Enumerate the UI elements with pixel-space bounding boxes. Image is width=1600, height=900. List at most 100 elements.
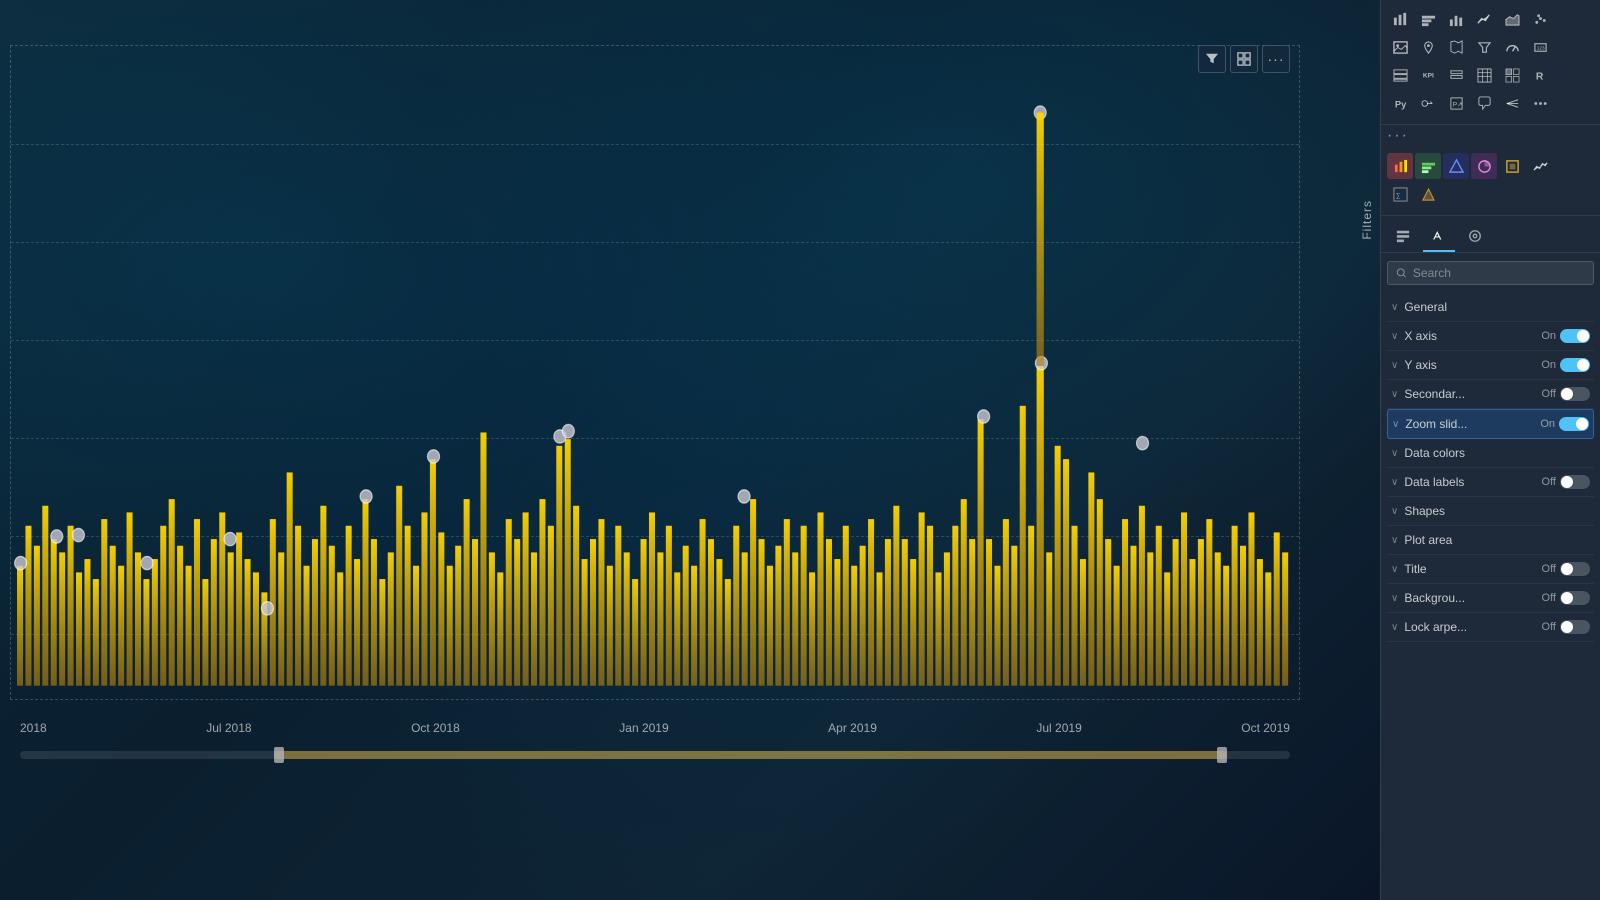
qa-icon[interactable] xyxy=(1471,90,1497,116)
label-data-labels: Data labels xyxy=(1404,475,1541,489)
chevron-plot-area: ∨ xyxy=(1391,535,1398,546)
status-data-labels: Off xyxy=(1542,476,1556,488)
label-general: General xyxy=(1404,300,1590,314)
gauge-icon[interactable] xyxy=(1499,34,1525,60)
chevron-yaxis: ∨ xyxy=(1391,360,1398,371)
card-icon[interactable]: 123 xyxy=(1527,34,1553,60)
toggle-title[interactable] xyxy=(1560,562,1590,576)
colored-visual-2[interactable] xyxy=(1415,153,1441,179)
tab-fields[interactable] xyxy=(1387,222,1419,252)
scatter-chart-icon[interactable] xyxy=(1527,6,1553,32)
format-item-general[interactable]: ∨ General xyxy=(1387,293,1594,322)
icon-row-2: 123 xyxy=(1387,34,1594,60)
x-label-oct2019: Oct 2019 xyxy=(1241,721,1290,735)
colored-visual-6[interactable] xyxy=(1527,153,1553,179)
toggle-background[interactable] xyxy=(1560,591,1590,605)
format-item-data-colors[interactable]: ∨ Data colors xyxy=(1387,439,1594,468)
format-item-xaxis[interactable]: ∨ X axis On xyxy=(1387,322,1594,351)
kpi-icon[interactable]: KPI xyxy=(1415,62,1441,88)
svg-text:P↗: P↗ xyxy=(1452,101,1462,108)
line-chart-icon[interactable] xyxy=(1471,6,1497,32)
column-chart-icon[interactable] xyxy=(1443,6,1469,32)
colored-visual-1[interactable] xyxy=(1387,153,1413,179)
r-visual-icon[interactable]: R xyxy=(1527,62,1553,88)
toggle-zoom[interactable] xyxy=(1559,417,1589,431)
matrix-icon[interactable] xyxy=(1499,62,1525,88)
map-icon[interactable] xyxy=(1415,34,1441,60)
status-title: Off xyxy=(1542,563,1556,575)
svg-text:KPI: KPI xyxy=(1422,72,1433,79)
toggle-yaxis[interactable] xyxy=(1560,358,1590,372)
chevron-data-labels: ∨ xyxy=(1391,477,1398,488)
chart-toolbar: ··· xyxy=(1198,45,1290,73)
format-item-background[interactable]: ∨ Backgrou... Off xyxy=(1387,584,1594,613)
colored-visual-8[interactable] xyxy=(1415,181,1441,207)
label-data-colors: Data colors xyxy=(1404,446,1590,460)
label-yaxis: Y axis xyxy=(1404,358,1541,372)
format-item-shapes[interactable]: ∨ Shapes xyxy=(1387,497,1594,526)
tab-analytics[interactable] xyxy=(1459,222,1491,252)
colored-visual-5[interactable] xyxy=(1499,153,1525,179)
colored-icons-section: ∑ xyxy=(1381,147,1600,216)
label-shapes: Shapes xyxy=(1404,504,1590,518)
status-zoom: On xyxy=(1540,418,1555,430)
label-background: Backgrou... xyxy=(1404,591,1541,605)
zoom-slider-control[interactable] xyxy=(10,740,1300,770)
format-item-plot-area[interactable]: ∨ Plot area xyxy=(1387,526,1594,555)
format-item-yaxis[interactable]: ∨ Y axis On xyxy=(1387,351,1594,380)
colored-visual-7[interactable]: ∑ xyxy=(1387,181,1413,207)
search-box[interactable] xyxy=(1387,261,1594,285)
filters-tab[interactable]: Filters xyxy=(1360,200,1380,240)
bar-chart-icon[interactable] xyxy=(1387,6,1413,32)
slicer-icon[interactable] xyxy=(1443,62,1469,88)
stacked-bar-icon[interactable] xyxy=(1415,6,1441,32)
image-icon[interactable] xyxy=(1387,34,1413,60)
svg-text:∑: ∑ xyxy=(1395,192,1400,199)
label-xaxis: X axis xyxy=(1404,329,1541,343)
filled-map-icon[interactable] xyxy=(1443,34,1469,60)
colored-visual-4[interactable] xyxy=(1471,153,1497,179)
x-label-jul2018: Jul 2018 xyxy=(206,721,251,735)
label-plot-area: Plot area xyxy=(1404,533,1590,547)
toggle-lock-aspect[interactable] xyxy=(1560,620,1590,634)
label-lock-aspect: Lock arpe... xyxy=(1404,620,1541,634)
zoom-handle-right[interactable] xyxy=(1217,747,1227,763)
table-icon[interactable] xyxy=(1471,62,1497,88)
chevron-secondary: ∨ xyxy=(1391,389,1398,400)
multi-row-card-icon[interactable] xyxy=(1387,62,1413,88)
x-label-oct2018: Oct 2018 xyxy=(411,721,460,735)
more-button[interactable]: ··· xyxy=(1262,45,1290,73)
tab-format[interactable] xyxy=(1423,222,1455,252)
svg-text:R: R xyxy=(1535,71,1543,82)
format-item-title[interactable]: ∨ Title Off xyxy=(1387,555,1594,584)
toggle-data-labels[interactable] xyxy=(1560,475,1590,489)
format-item-zoom-slider[interactable]: ∨ Zoom slid... On xyxy=(1387,409,1594,439)
chevron-shapes: ∨ xyxy=(1391,506,1398,517)
chart-container xyxy=(10,45,1300,700)
decomp-tree-icon[interactable] xyxy=(1499,90,1525,116)
svg-text:Py: Py xyxy=(1394,99,1406,109)
x-label-2018: 2018 xyxy=(20,721,47,735)
search-input[interactable] xyxy=(1413,266,1585,280)
colored-visual-3[interactable] xyxy=(1443,153,1469,179)
icon-row-3: KPI R xyxy=(1387,62,1594,88)
toggle-secondary[interactable] xyxy=(1560,387,1590,401)
zoom-handle-left[interactable] xyxy=(274,747,284,763)
area-chart-icon[interactable] xyxy=(1499,6,1525,32)
x-label-jul2019: Jul 2019 xyxy=(1036,721,1081,735)
expand-button[interactable] xyxy=(1230,45,1258,73)
python-icon[interactable]: Py xyxy=(1387,90,1413,116)
filter-button[interactable] xyxy=(1198,45,1226,73)
format-item-data-labels[interactable]: ∨ Data labels Off xyxy=(1387,468,1594,497)
more-visuals-icon[interactable] xyxy=(1527,90,1553,116)
toggle-xaxis[interactable] xyxy=(1560,329,1590,343)
svg-text:123: 123 xyxy=(1536,45,1544,50)
powerpoint-icon[interactable]: P↗ xyxy=(1443,90,1469,116)
status-xaxis: On xyxy=(1541,330,1556,342)
funnel-icon[interactable] xyxy=(1471,34,1497,60)
zoom-track[interactable] xyxy=(20,751,1290,759)
visualization-icons-section: 123 KPI R Py xyxy=(1381,0,1600,125)
format-item-lock-aspect[interactable]: ∨ Lock arpe... Off xyxy=(1387,613,1594,642)
format-item-secondary[interactable]: ∨ Secondar... Off xyxy=(1387,380,1594,409)
key-influencers-icon[interactable] xyxy=(1415,90,1441,116)
